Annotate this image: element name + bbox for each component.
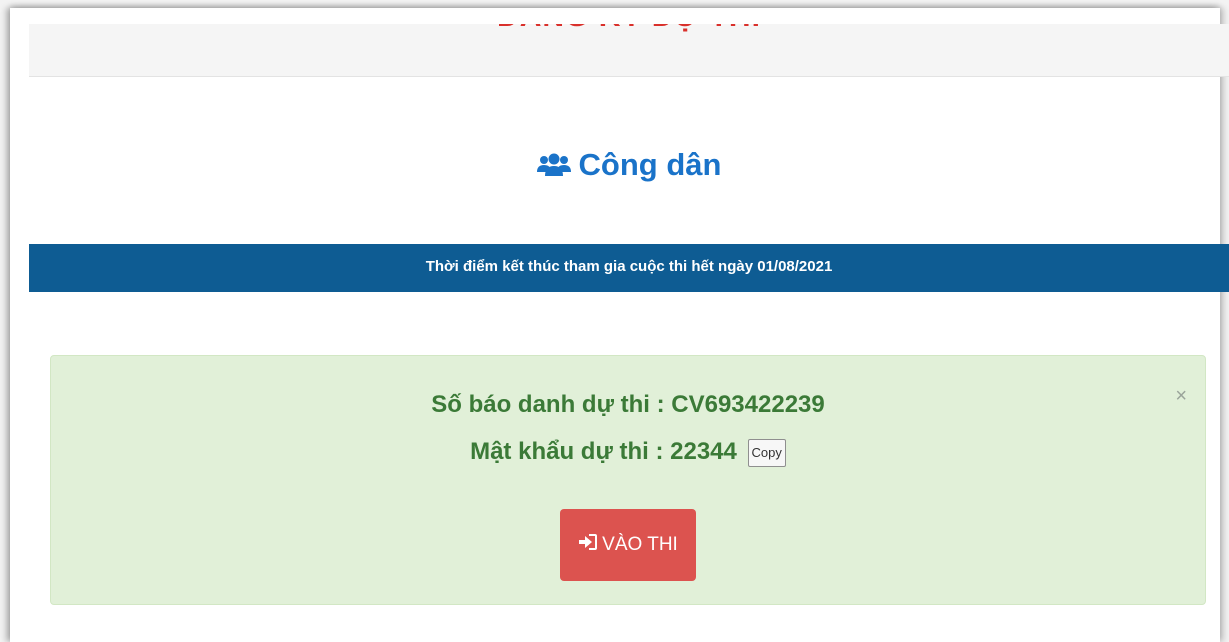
registration-success-alert: × Số báo danh dự thi : CV693422239 Mật k…: [50, 355, 1206, 605]
password-row: Mật khẩu dự thi : 22344 Copy: [51, 438, 1205, 467]
password-line: Mật khẩu dự thi : 22344: [470, 438, 737, 465]
candidate-number-line: Số báo danh dự thi : CV693422239: [431, 391, 825, 418]
enter-exam-button[interactable]: VÀO THI: [560, 509, 696, 581]
copy-button[interactable]: Copy: [747, 439, 786, 467]
sign-in-icon: [578, 533, 598, 557]
page-heading: Công dân: [29, 147, 1229, 186]
page-heading-text: Công dân: [578, 147, 722, 182]
header-title: ĐĂNG KÝ DỰ THI: [29, 24, 1229, 34]
deadline-text: Thời điểm kết thúc tham gia cuộc thi hết…: [425, 258, 833, 275]
deadline-banner: Thời điểm kết thúc tham gia cuộc thi hết…: [29, 244, 1229, 292]
enter-exam-label: VÀO THI: [602, 534, 678, 555]
users-icon: [536, 150, 571, 186]
header-strip: ĐĂNG KÝ DỰ THI: [29, 24, 1229, 77]
